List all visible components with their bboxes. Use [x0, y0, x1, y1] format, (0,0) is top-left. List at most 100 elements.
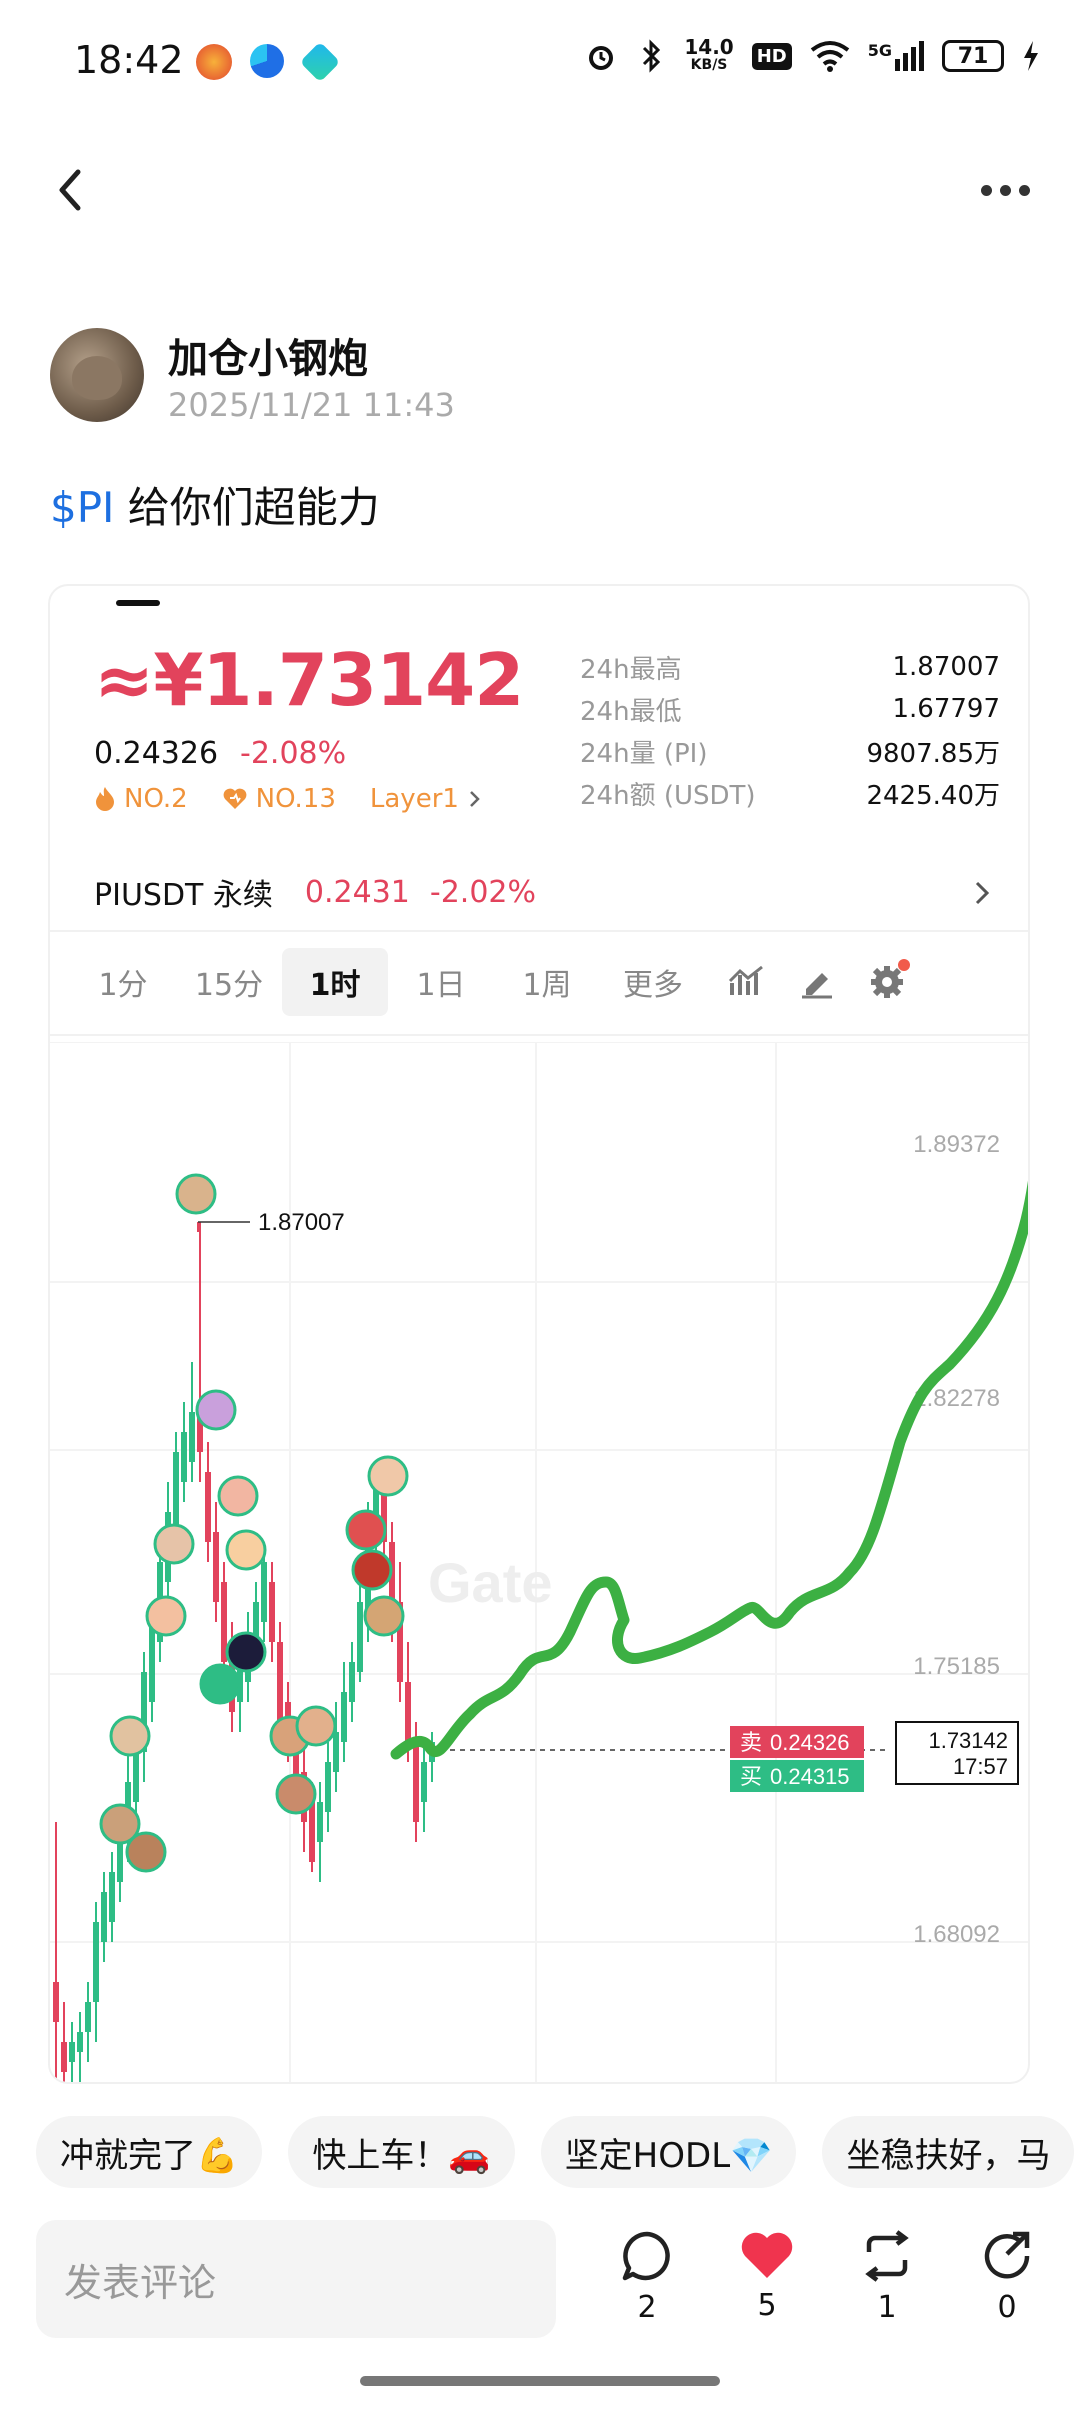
y-tick-label: 1.75185	[913, 1653, 1000, 1680]
y-tick-label: 1.89372	[913, 1131, 1000, 1158]
tab-1min[interactable]: 1分	[70, 948, 176, 1016]
tab-more[interactable]: 更多	[600, 948, 706, 1016]
current-price: 1.73142	[928, 1728, 1008, 1753]
user-avatar-marker[interactable]	[195, 1389, 237, 1431]
tab-15min[interactable]: 15分	[176, 948, 282, 1016]
quick-reply-chip[interactable]: 快上车！🚗	[288, 2116, 515, 2188]
rank-hot[interactable]: NO.2	[94, 784, 188, 814]
user-avatar-marker[interactable]	[345, 1509, 387, 1551]
watermark: Gate	[428, 1551, 553, 1614]
user-avatars	[99, 1173, 409, 1873]
more-options-button[interactable]	[970, 170, 1040, 210]
fire-icon	[96, 787, 114, 811]
stats-panel: 24h最高 1.87007 24h最低 1.67797 24h量 (PI) 9807.…	[580, 646, 1000, 814]
status-indicators: 14.0 KB/S HD 5G 71	[584, 35, 1040, 74]
notification-dot	[898, 959, 910, 971]
candle-body	[349, 1662, 355, 1702]
candle-body	[61, 2042, 67, 2072]
price-cny: ≈¥1.73142	[94, 638, 524, 722]
candle-countdown: 17:57	[953, 1754, 1008, 1779]
heart-rank-icon	[223, 788, 247, 809]
user-avatar-marker[interactable]	[175, 1173, 217, 1215]
author-name[interactable]: 加仓小钢炮	[168, 326, 368, 384]
candle-body	[213, 1532, 219, 1602]
candle-body	[53, 1982, 59, 2022]
comment-button[interactable]: 2	[602, 2228, 692, 2325]
buy-tag-label: 买	[740, 1765, 762, 1790]
indicator-button[interactable]	[718, 957, 776, 1007]
rank-heart[interactable]: NO.13	[222, 784, 336, 814]
buy-price: 0.24315	[770, 1764, 850, 1789]
chart-settings-button[interactable]	[858, 957, 916, 1007]
user-avatar-marker[interactable]	[145, 1595, 187, 1637]
cellular-icon: 5G	[868, 41, 924, 71]
stat-row: 24h额 (USDT) 2425.40万	[580, 780, 1000, 811]
chevron-right-icon	[975, 881, 990, 905]
candle-body	[85, 2002, 91, 2032]
user-avatar-marker[interactable]	[225, 1529, 267, 1571]
category-tag[interactable]: Layer1	[370, 784, 483, 814]
candle-body	[333, 1732, 339, 1772]
candle-body	[69, 2042, 75, 2062]
status-bar: 18:42 14.0 KB/S HD 5G 71	[0, 0, 1080, 120]
app-notification-icon	[299, 41, 341, 83]
candle-body	[277, 1642, 283, 1722]
user-avatar-marker[interactable]	[367, 1455, 409, 1497]
cashtag-link[interactable]: $PI	[50, 483, 114, 532]
comment-input[interactable]: 发表评论	[36, 2220, 556, 2338]
candle-body	[269, 1582, 275, 1642]
draw-tool-button[interactable]	[788, 957, 846, 1007]
like-button[interactable]: 5	[722, 2228, 812, 2323]
rank-row[interactable]: NO.2 NO.13 Layer1	[94, 784, 483, 814]
user-avatar-marker[interactable]	[295, 1705, 337, 1747]
user-avatar-marker[interactable]	[153, 1523, 195, 1565]
candle-body	[309, 1802, 315, 1862]
back-button[interactable]	[50, 160, 100, 220]
quick-reply-chip[interactable]: 坚定HODL💎	[540, 2116, 797, 2188]
repost-count: 1	[877, 2290, 897, 2325]
sell-price: 0.24326	[770, 1730, 850, 1755]
author-avatar[interactable]	[50, 328, 144, 422]
tab-1week[interactable]: 1周	[494, 948, 600, 1016]
candle-body	[205, 1472, 211, 1542]
user-avatar-marker[interactable]	[199, 1663, 241, 1705]
post-body: 给你们超能力	[114, 483, 380, 532]
perpetual-contract-row[interactable]: PIUSDT 永续 0.2431 -2.02%	[94, 862, 994, 922]
quick-reply-chip[interactable]: 坐稳扶好，马	[822, 2116, 1075, 2188]
candle-body	[413, 1742, 419, 1822]
repost-button[interactable]: 1	[842, 2228, 932, 2325]
heart-icon	[741, 2232, 793, 2278]
hd-icon: HD	[751, 42, 792, 70]
quick-reply-chip[interactable]: 冲就完了💪	[36, 2116, 263, 2188]
user-avatar-marker[interactable]	[217, 1475, 259, 1517]
y-axis-ticks: 1.89372 1.82278 1.75185 1.68092	[913, 1131, 1000, 1948]
post-text: $PI 给你们超能力	[50, 474, 380, 535]
network-speed: 14.0 KB/S	[684, 35, 734, 73]
tab-1hour[interactable]: 1时	[282, 948, 388, 1016]
candle-body	[189, 1412, 195, 1462]
interval-tabs: 1分 15分 1时 1日 1周 更多	[70, 942, 1020, 1022]
stat-row: 24h最高 1.87007	[580, 652, 1000, 685]
comment-icon	[622, 2231, 670, 2281]
wifi-icon	[810, 41, 849, 72]
tab-1day[interactable]: 1日	[388, 948, 494, 1016]
post-timestamp: 2025/11/21 11:43	[168, 386, 455, 424]
share-button[interactable]: 0	[962, 2228, 1052, 2325]
y-tick-label: 1.68092	[913, 1921, 1000, 1948]
pencil-icon	[802, 973, 832, 999]
stat-row: 24h最低 1.67797	[580, 694, 1000, 727]
status-time: 18:42	[74, 38, 184, 82]
candlestick-chart[interactable]: Gate 1.89372 1.82278 1.75185 1.68092 1.8…	[50, 1041, 1028, 2082]
user-avatar-marker[interactable]	[125, 1831, 167, 1873]
perp-change: -2.02%	[429, 874, 537, 910]
ticker-card[interactable]: ≈¥1.73142 0.24326 -2.08% NO.2 NO.13 Laye…	[48, 584, 1030, 2084]
user-avatar-marker[interactable]	[275, 1773, 317, 1815]
chevron-left-icon	[59, 169, 81, 211]
perp-name: PIUSDT 永续	[94, 878, 273, 913]
user-avatar-marker[interactable]	[363, 1595, 405, 1637]
user-avatar-marker[interactable]	[225, 1631, 267, 1673]
user-avatar-marker[interactable]	[109, 1715, 151, 1757]
card-tab-indicator	[116, 600, 160, 606]
candle-body	[93, 1922, 99, 2002]
user-avatar-marker[interactable]	[351, 1549, 393, 1591]
